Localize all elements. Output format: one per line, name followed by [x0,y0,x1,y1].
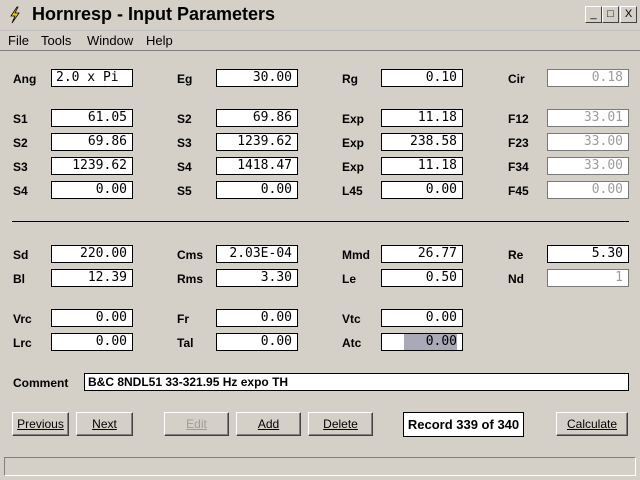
param-field-s2[interactable]: 69.86 [51,133,133,151]
param-label-exp: Exp [342,160,365,174]
param-field-rms[interactable]: 3.30 [216,269,298,287]
calculate-label: Calculate [566,417,618,431]
param-label-vtc: Vtc [342,312,361,326]
record-indicator: Record 339 of 340 [403,412,524,437]
param-field-l45[interactable]: 0.00 [381,181,463,199]
calculate-button[interactable]: Calculate [556,412,628,436]
param-field-rg[interactable]: 0.10 [381,69,463,87]
param-label-re: Re [508,248,524,262]
menu-tools[interactable]: Tools [41,33,71,48]
param-label-s1: S1 [13,112,28,126]
menu-help[interactable]: Help [146,33,173,48]
param-label-fr: Fr [177,312,189,326]
param-field-exp[interactable]: 238.58 [381,133,463,151]
status-bar [4,457,636,476]
param-field-re[interactable]: 5.30 [547,245,629,263]
param-label-nd: Nd [508,272,524,286]
param-label-rms: Rms [177,272,204,286]
hornresp-window: Hornresp - Input Parameters _ □ X File T… [0,0,640,480]
param-field-vtc[interactable]: 0.00 [381,309,463,327]
param-label-bl: Bl [13,272,25,286]
param-field-s3[interactable]: 1239.62 [216,133,298,151]
param-field-atc[interactable]: 0.00 [381,333,463,351]
previous-button[interactable]: Previous [12,412,69,436]
menu-file[interactable]: File [8,33,29,48]
param-label-rg: Rg [342,72,358,86]
section-divider [12,221,629,222]
selected-text: 0.00 [403,334,457,350]
param-field-f34[interactable]: 33.00 [547,157,629,175]
param-field-s2[interactable]: 69.86 [216,109,298,127]
param-field-nd[interactable]: 1 [547,269,629,287]
param-label-ang: Ang [13,72,37,86]
param-field-eg[interactable]: 30.00 [216,69,298,87]
close-button[interactable]: X [620,6,637,23]
param-label-lrc: Lrc [13,336,32,350]
maximize-button[interactable]: □ [602,6,619,23]
param-field-ang[interactable]: 2.0 x Pi [51,69,133,87]
param-label-l45: L45 [342,184,363,198]
param-label-s4: S4 [13,184,28,198]
param-label-cir: Cir [508,72,525,86]
param-label-f34: F34 [508,160,529,174]
param-field-fr[interactable]: 0.00 [216,309,298,327]
previous-label: Previous [17,417,64,431]
lightning-icon [10,6,20,24]
next-button[interactable]: Next [76,412,133,436]
param-field-vrc[interactable]: 0.00 [51,309,133,327]
menu-bar: File Tools Window Help [0,31,640,51]
comment-field[interactable]: B&C 8NDL51 33-321.95 Hz expo TH [84,373,629,391]
param-label-le: Le [342,272,357,286]
edit-button[interactable]: Edit [164,412,229,436]
param-field-s5[interactable]: 0.00 [216,181,298,199]
param-field-cms[interactable]: 2.03E-04 [216,245,298,263]
delete-label: Delete [323,417,358,431]
param-field-s4[interactable]: 1418.47 [216,157,298,175]
param-field-tal[interactable]: 0.00 [216,333,298,351]
param-label-s3: S3 [177,136,192,150]
param-label-sd: Sd [13,248,29,262]
param-label-atc: Atc [342,336,362,350]
param-label-f12: F12 [508,112,529,126]
param-field-s3[interactable]: 1239.62 [51,157,133,175]
comment-label: Comment [13,376,69,390]
minimize-button[interactable]: _ [585,6,602,23]
param-label-f23: F23 [508,136,529,150]
edit-label: Edit [186,417,207,431]
param-field-exp[interactable]: 11.18 [381,109,463,127]
add-button[interactable]: Add [236,412,301,436]
param-field-cir[interactable]: 0.18 [547,69,629,87]
title-bar[interactable]: Hornresp - Input Parameters _ □ X [0,0,640,31]
param-field-f12[interactable]: 33.01 [547,109,629,127]
param-field-s4[interactable]: 0.00 [51,181,133,199]
param-label-tal: Tal [177,336,194,350]
param-field-sd[interactable]: 220.00 [51,245,133,263]
add-label: Add [257,417,280,431]
param-field-mmd[interactable]: 26.77 [381,245,463,263]
param-field-s1[interactable]: 61.05 [51,109,133,127]
param-label-exp: Exp [342,112,365,126]
param-label-s4: S4 [177,160,192,174]
param-label-cms: Cms [177,248,204,262]
param-field-f23[interactable]: 33.00 [547,133,629,151]
param-field-exp[interactable]: 11.18 [381,157,463,175]
delete-button[interactable]: Delete [308,412,373,436]
menu-window[interactable]: Window [87,33,133,48]
param-field-lrc[interactable]: 0.00 [51,333,133,351]
param-label-s3: S3 [13,160,28,174]
param-field-bl[interactable]: 12.39 [51,269,133,287]
param-field-le[interactable]: 0.50 [381,269,463,287]
param-label-f45: F45 [508,184,529,198]
param-label-s5: S5 [177,184,192,198]
param-label-s2: S2 [13,136,28,150]
window-title: Hornresp - Input Parameters [32,4,276,24]
param-field-f45[interactable]: 0.00 [547,181,629,199]
param-label-eg: Eg [177,72,193,86]
param-label-mmd: Mmd [342,248,370,262]
param-label-s2: S2 [177,112,192,126]
next-label: Next [92,417,117,431]
param-label-exp: Exp [342,136,365,150]
param-label-vrc: Vrc [13,312,32,326]
